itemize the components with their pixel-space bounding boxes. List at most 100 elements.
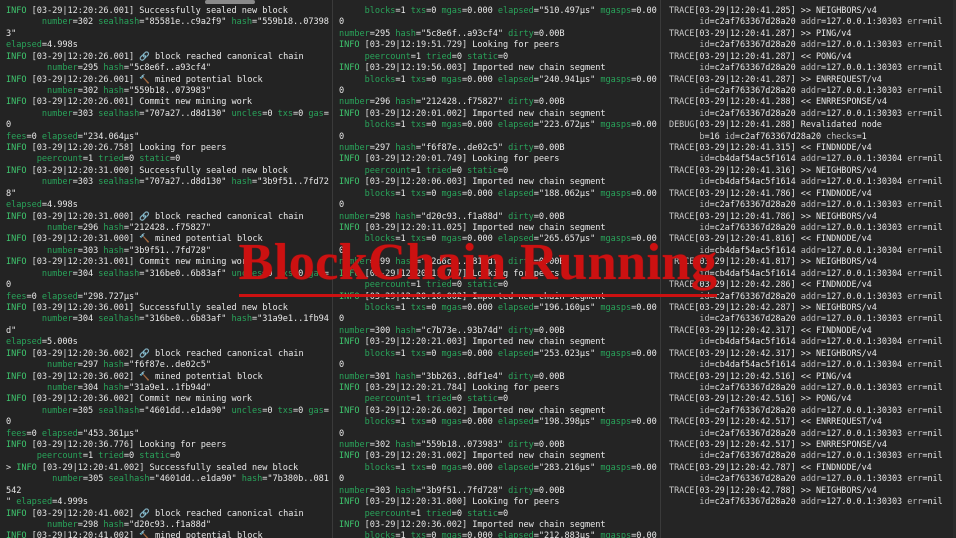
log-line: blocks=1 txs=0 mgas=0.000 elapsed="198.3…: [339, 417, 657, 439]
log-line: INFO [03-29|12:20:11.767] Looking for pe…: [339, 268, 560, 279]
log-line: id=c2af763367d28a20 addr=127.0.0.1:30303…: [699, 85, 943, 96]
log-line: INFO [03-29|12:20:31.000] 🔨 mined potent…: [6, 234, 263, 245]
log-output-discovery: TRACE[03-29|12:20:41.285] >> NEIGHBORS/v…: [661, 2, 956, 509]
log-line: fees=0 elapsed="298.727µs": [6, 291, 140, 302]
log-line: id=c2af763367d28a20 addr=127.0.0.1:30303…: [699, 17, 943, 28]
log-line: blocks=1 txs=0 mgas=0.000 elapsed="510.4…: [339, 6, 657, 28]
log-line: blocks=1 txs=0 mgas=0.000 elapsed="265.6…: [339, 234, 657, 256]
log-line: fees=0 elapsed="453.361µs": [6, 428, 140, 439]
log-line: > INFO [03-29|12:20:41.002] Successfully…: [6, 462, 299, 473]
log-line: number=303 hash="3b9f51..7fd728" dirty=0…: [339, 485, 565, 496]
log-line: number=295 hash="5c8e6f..a93cf4" dirty=0…: [339, 28, 565, 39]
log-line: INFO [03-29|12:20:26.001] Successfully s…: [6, 6, 288, 16]
log-line: TRACE[03-29|12:20:41.786] >> NEIGHBORS/v…: [669, 211, 877, 222]
log-line: INFO [03-29|12:20:26.001] 🔗 block reache…: [6, 51, 304, 62]
log-output-miner: INFO [03-29|12:20:26.001] Successfully s…: [0, 2, 332, 538]
log-output-sync: blocks=1 txs=0 mgas=0.000 elapsed="510.4…: [333, 2, 660, 538]
log-line: id=cb4daf54ac5f1614 addr=127.0.0.1:30304…: [699, 177, 943, 188]
log-line: INFO [03-29|12:20:01.749] Looking for pe…: [339, 154, 560, 165]
log-line: blocks=1 txs=0 mgas=0.000 elapsed="283.2…: [339, 462, 657, 485]
log-line: INFO [03-29|12:20:06.003] Imported new c…: [339, 177, 606, 188]
log-line: number=299 hash="32d6c1..8816df" dirty=0…: [339, 257, 565, 268]
terminal-pane-discovery-trace-log[interactable]: TRACE[03-29|12:20:41.285] >> NEIGHBORS/v…: [660, 0, 956, 538]
log-line: number=303 sealhash="707a27..d8d130" has…: [6, 177, 329, 199]
log-line: INFO [03-29|12:20:01.002] Imported new c…: [339, 108, 606, 119]
log-line: INFO [03-29|12:20:26.758] Looking for pe…: [6, 143, 227, 154]
log-line: TRACE[03-29|12:20:42.317] >> NEIGHBORS/v…: [669, 348, 877, 359]
log-line: fees=0 elapsed="234.064µs": [6, 131, 140, 142]
log-line: number=298 hash="d20c93..f1a88d": [47, 519, 211, 530]
log-line: INFO [03-29|12:20:26.001] 🔨 mined potent…: [6, 74, 263, 85]
log-line: blocks=1 txs=0 mgas=0.000 elapsed="212.8…: [364, 531, 657, 538]
log-line: TRACE[03-29|12:20:42.788] >> NEIGHBORS/v…: [669, 485, 877, 496]
terminal-pane-miner-log[interactable]: INFO [03-29|12:20:26.001] Successfully s…: [0, 0, 332, 538]
log-line: TRACE[03-29|12:20:42.317] << FINDNODE/v4: [669, 325, 872, 336]
log-line: b=16 id=c2af763367d28a20 checks=1: [699, 131, 867, 142]
log-line: blocks=1 txs=0 mgas=0.000 elapsed="188.0…: [339, 188, 657, 211]
log-line: elapsed=4.998s: [6, 40, 78, 51]
terminal-pane-group: INFO [03-29|12:20:26.001] Successfully s…: [0, 0, 956, 538]
log-line: TRACE[03-29|12:20:42.517] >> ENRRESPONSE…: [669, 440, 887, 451]
log-line: INFO [03-29|12:20:26.001] Commit new min…: [6, 97, 252, 108]
log-line: id=c2af763367d28a20 addr=127.0.0.1:30303…: [699, 223, 943, 234]
terminal-pane-sync-log[interactable]: blocks=1 txs=0 mgas=0.000 elapsed="510.4…: [332, 0, 660, 538]
log-line: number=305 sealhash="4601dd..e1da90" unc…: [6, 405, 329, 428]
log-line: number=300 hash="c7b73e..93b74d" dirty=0…: [339, 325, 565, 336]
log-line: peercount=1 tried=0 static=0: [36, 451, 181, 462]
log-line: INFO [03-29|12:20:41.002] 🔨 mined potent…: [6, 531, 263, 538]
log-line: blocks=1 txs=0 mgas=0.000 elapsed="223.6…: [339, 120, 657, 142]
log-line: INFO [03-29|12:20:26.002] Imported new c…: [339, 405, 606, 416]
scrollbar-thumb-miner[interactable]: [205, 0, 255, 4]
log-line: TRACE[03-29|12:20:41.288] << ENRRESPONSE…: [669, 97, 887, 108]
log-line: blocks=1 txs=0 mgas=0.000 elapsed="196.1…: [339, 302, 657, 325]
log-line: peercount=1 tried=0 static=0: [36, 154, 181, 165]
log-line: TRACE[03-29|12:20:42.516] >> PONG/v4: [669, 394, 852, 405]
log-line: number=296 hash="212428..f75827": [47, 223, 211, 234]
terminal-screenshot: INFO [03-29|12:20:26.001] Successfully s…: [0, 0, 956, 538]
log-line: id=c2af763367d28a20 addr=127.0.0.1:30303…: [699, 200, 943, 211]
log-line: TRACE[03-29|12:20:41.285] >> NEIGHBORS/v…: [669, 6, 877, 16]
log-line: DEBUG[03-29|12:20:41.288] Revalidated no…: [669, 120, 882, 131]
log-line: TRACE[03-29|12:20:41.316] >> NEIGHBORS/v…: [669, 165, 877, 176]
log-line: INFO [03-29|12:20:36.001] Successfully s…: [6, 302, 288, 313]
log-line: INFO [03-29|12:20:36.002] 🔗 block reache…: [6, 348, 304, 359]
log-line: TRACE[03-29|12:20:41.816] << FINDNODE/v4: [669, 234, 872, 245]
log-line: id=c2af763367d28a20 addr=127.0.0.1:30303…: [699, 382, 943, 393]
log-line: number=302 hash="559b18..073983" dirty=0…: [339, 440, 565, 451]
log-line: blocks=1 txs=0 mgas=0.000 elapsed="240.9…: [339, 74, 657, 96]
log-line: TRACE[03-29|12:20:41.287] << PONG/v4: [669, 51, 852, 62]
log-line: INFO [03-29|12:20:16.002] Imported new c…: [339, 291, 606, 302]
log-line: TRACE[03-29|12:20:42.286] << FINDNODE/v4: [669, 280, 872, 291]
log-line: number=297 hash="f6f87e..de02c5" dirty=0…: [339, 143, 565, 154]
log-line: number=305 sealhash="4601dd..e1da90" has…: [6, 474, 329, 496]
log-line: id=c2af763367d28a20 addr=127.0.0.1:30303…: [699, 108, 943, 119]
log-line: peercount=1 tried=0 static=0: [364, 51, 509, 62]
log-line: INFO [03-29|12:20:21.003] Imported new c…: [339, 337, 606, 348]
log-line: INFO [03-29|12:20:11.025] Imported new c…: [339, 223, 606, 234]
log-line: number=297 hash="f6f87e..de02c5": [47, 360, 211, 371]
log-line: INFO [03-29|12:20:31.000] 🔗 block reache…: [6, 211, 304, 222]
log-line: number=298 hash="d20c93..f1a88d" dirty=0…: [339, 211, 565, 222]
log-line: TRACE[03-29|12:20:41.817] >> NEIGHBORS/v…: [669, 257, 877, 268]
log-line: INFO [03-29|12:20:31.000] Successfully s…: [6, 165, 288, 176]
log-line: id=c2af763367d28a20 addr=127.0.0.1:30303…: [699, 314, 943, 325]
log-line: INFO [03-29|12:20:36.776] Looking for pe…: [6, 440, 227, 451]
log-line: TRACE[03-29|12:20:41.287] >> ENRREQUEST/…: [669, 74, 882, 85]
log-line: id=cb4daf54ac5f1614 addr=127.0.0.1:30304…: [699, 337, 943, 348]
log-line: INFO [03-29|12:20:31.002] Imported new c…: [339, 451, 606, 462]
log-line: id=c2af763367d28a20 addr=127.0.0.1:30303…: [699, 428, 943, 439]
log-line: INFO [03-29|12:20:41.002] 🔗 block reache…: [6, 508, 304, 519]
log-line: number=303 hash="3b9f51..7fd728": [47, 245, 211, 256]
log-line: INFO [03-29|12:20:36.002] Imported new c…: [339, 519, 606, 530]
log-line: number=302 sealhash="85581e..c9a2f9" has…: [6, 17, 329, 39]
log-line: peercount=1 tried=0 static=0: [364, 280, 509, 291]
log-line: TRACE[03-29|12:20:42.287] >> NEIGHBORS/v…: [669, 302, 877, 313]
log-line: number=296 hash="212428..f75827" dirty=0…: [339, 97, 565, 108]
log-line: elapsed=5.000s: [6, 337, 78, 348]
log-line: number=303 sealhash="707a27..d8d130" unc…: [6, 108, 329, 131]
log-line: TRACE[03-29|12:20:41.315] << FINDNODE/v4: [669, 143, 872, 154]
log-line: id=cb4daf54ac5f1614 addr=127.0.0.1:30304…: [699, 360, 943, 371]
log-line: id=cb4daf54ac5f1614 addr=127.0.0.1:30304…: [699, 154, 943, 165]
log-line: number=302 hash="559b18..073983": [47, 85, 211, 96]
log-line: id=c2af763367d28a20 addr=127.0.0.1:30303…: [699, 63, 943, 74]
